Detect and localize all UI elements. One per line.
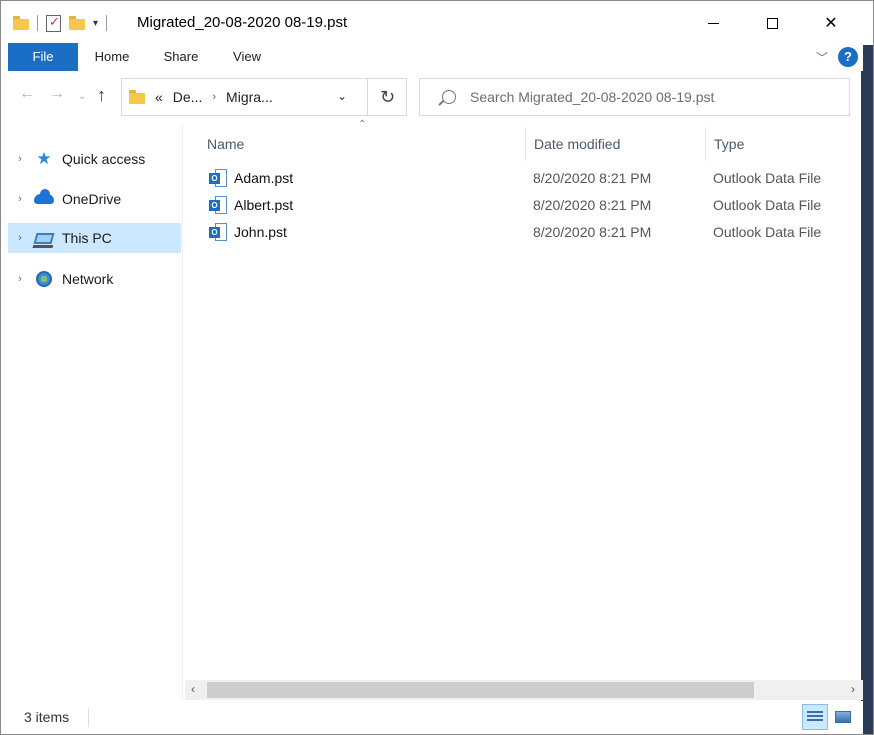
minimize-icon — [707, 22, 719, 24]
forward-arrow-icon[interactable]: → — [49, 85, 65, 103]
file-name: John.pst — [234, 223, 287, 240]
large-icons-view-button[interactable] — [830, 704, 856, 730]
window-title: Migrated_20-08-2020 08-19.pst — [137, 14, 348, 31]
expand-chevron-icon[interactable]: › — [8, 232, 32, 244]
breadcrumb-overflow[interactable]: « — [155, 89, 163, 105]
network-icon — [32, 270, 56, 288]
file-type: Outlook Data File — [713, 196, 822, 213]
sidebar-item-label: Quick access — [62, 151, 146, 167]
refresh-icon[interactable]: ↻ — [367, 79, 407, 115]
sidebar-item-network[interactable]: › Network — [8, 264, 181, 294]
file-name: Adam.pst — [234, 169, 294, 186]
file-date: 8/20/2020 8:21 PM — [533, 196, 652, 213]
cloud-icon — [32, 189, 56, 208]
item-count: 3 items — [24, 709, 70, 725]
tab-view[interactable]: View — [221, 43, 273, 71]
toolbar-divider — [106, 15, 108, 31]
table-row[interactable]: O Albert.pst 8/20/2020 8:21 PM Outlook D… — [206, 191, 863, 218]
quick-access-toolbar: ▾ — [13, 11, 108, 35]
recent-locations-chevron-icon[interactable]: ⌄ — [78, 91, 86, 102]
file-date: 8/20/2020 8:21 PM — [533, 169, 652, 186]
breadcrumb-item[interactable]: De... — [173, 89, 203, 105]
maximize-button[interactable] — [743, 1, 801, 45]
toolbar-divider — [37, 15, 38, 31]
navigation-pane: › ★ Quick access › OneDrive › This PC › … — [1, 123, 183, 703]
expand-ribbon-chevron-icon[interactable]: ﹀ — [816, 49, 828, 66]
sidebar-item-label: OneDrive — [62, 191, 122, 207]
expand-chevron-icon[interactable]: › — [8, 273, 32, 285]
status-divider — [88, 709, 89, 727]
outlook-data-file-icon: O — [209, 195, 227, 214]
column-header-date-modified[interactable]: Date modified — [525, 127, 705, 161]
scroll-right-arrow-icon[interactable]: › — [851, 682, 855, 696]
details-view-icon — [807, 711, 823, 723]
up-arrow-icon[interactable]: ↑ — [97, 85, 106, 106]
large-icons-view-icon — [835, 711, 851, 723]
customize-toolbar-icon[interactable]: ▾ — [93, 18, 98, 29]
expand-chevron-icon[interactable]: › — [8, 193, 32, 205]
maximize-icon — [766, 17, 778, 29]
file-name: Albert.pst — [234, 196, 294, 213]
computer-icon — [32, 229, 56, 247]
close-button[interactable]: ✕ — [802, 1, 860, 45]
sidebar-item-label: Network — [62, 271, 114, 287]
status-bar: 3 items — [1, 701, 863, 734]
new-folder-icon[interactable] — [69, 16, 85, 30]
breadcrumb-separator-icon[interactable]: › — [212, 91, 216, 103]
sidebar-item-this-pc[interactable]: › This PC — [8, 223, 181, 253]
table-row[interactable]: O John.pst 8/20/2020 8:21 PM Outlook Dat… — [206, 218, 863, 245]
address-bar[interactable]: « De... › Migra... ⌄ ↻ — [121, 78, 407, 116]
address-dropdown-chevron-icon[interactable]: ⌄ — [337, 89, 347, 103]
breadcrumb-item[interactable]: Migra... — [226, 89, 273, 105]
navigation-bar: ← → ⌄ ↑ « De... › Migra... ⌄ ↻ Search Mi… — [1, 71, 863, 123]
folder-icon — [129, 90, 145, 104]
file-list-pane: ⌃ Name Date modified Type O Adam.pst 8/2… — [184, 119, 863, 679]
details-view-button[interactable] — [802, 704, 828, 730]
search-box[interactable]: Search Migrated_20-08-2020 08-19.pst — [419, 78, 850, 116]
file-type: Outlook Data File — [713, 169, 822, 186]
folder-icon — [13, 16, 29, 30]
tab-share[interactable]: Share — [153, 43, 209, 71]
column-header-name[interactable]: Name — [199, 127, 526, 161]
ribbon-tabs: File Home Share View ﹀ ? — [1, 41, 863, 71]
tab-file[interactable]: File — [8, 43, 78, 71]
horizontal-scrollbar[interactable]: ‹ › — [185, 680, 863, 700]
file-type: Outlook Data File — [713, 223, 822, 240]
tab-home[interactable]: Home — [85, 43, 139, 71]
sidebar-item-label: This PC — [62, 230, 112, 246]
sidebar-item-quick-access[interactable]: › ★ Quick access — [8, 144, 181, 174]
back-arrow-icon[interactable]: ← — [19, 85, 35, 103]
properties-icon[interactable] — [46, 14, 61, 32]
sidebar-item-onedrive[interactable]: › OneDrive — [8, 184, 181, 214]
outlook-data-file-icon: O — [209, 222, 227, 241]
outlook-data-file-icon: O — [209, 168, 227, 187]
file-date: 8/20/2020 8:21 PM — [533, 223, 652, 240]
column-header-type[interactable]: Type — [705, 127, 855, 161]
close-icon: ✕ — [824, 15, 838, 32]
title-bar: ▾ Migrated_20-08-2020 08-19.pst ✕ — [1, 1, 863, 45]
search-icon — [442, 90, 456, 104]
expand-chevron-icon[interactable]: › — [8, 153, 32, 165]
search-input[interactable]: Search Migrated_20-08-2020 08-19.pst — [470, 89, 714, 105]
explorer-window: ▾ Migrated_20-08-2020 08-19.pst ✕ File H… — [0, 0, 874, 735]
scrollbar-thumb[interactable] — [207, 682, 754, 698]
table-row[interactable]: O Adam.pst 8/20/2020 8:21 PM Outlook Dat… — [206, 164, 863, 191]
help-icon[interactable]: ? — [838, 47, 858, 67]
star-icon: ★ — [36, 149, 52, 168]
minimize-button[interactable] — [684, 1, 742, 45]
scroll-left-arrow-icon[interactable]: ‹ — [191, 682, 195, 696]
